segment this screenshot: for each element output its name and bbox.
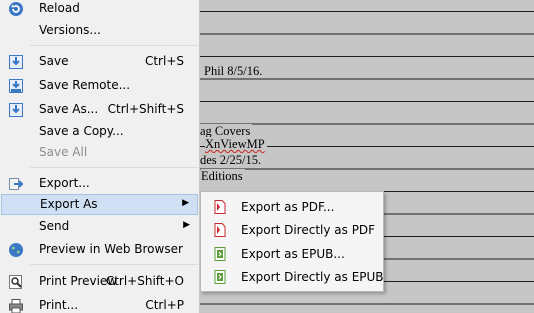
file-menu: Reload Versions... Save Ctrl+S Save Remo… — [0, 0, 200, 313]
submenu-arrow-icon: ▶ — [183, 220, 190, 230]
menu-separator — [30, 167, 198, 168]
menu-item-shortcut: Ctrl+Shift+O — [105, 274, 184, 288]
globe-icon — [8, 242, 24, 258]
menu-item-print-preview[interactable]: Print Preview Ctrl+Shift+O — [0, 271, 198, 292]
menu-item-shortcut: Ctrl+Shift+S — [107, 102, 184, 116]
menu-item-label: Save Remote... — [39, 78, 131, 92]
menu-item-label: Save All — [39, 145, 88, 159]
print-preview-icon — [8, 274, 24, 290]
menu-item-save[interactable]: Save Ctrl+S — [0, 51, 198, 72]
submenu-item-label: Export as PDF... — [241, 200, 335, 214]
reload-icon — [8, 1, 24, 17]
save-remote-icon — [8, 78, 24, 94]
menu-item-preview-in-web-browser[interactable]: Preview in Web Browser — [0, 239, 198, 260]
document-text-line: des 2/25/15. — [200, 153, 264, 167]
export-as-submenu: Export as PDF... Export Directly as PDF … — [200, 191, 384, 292]
epub-icon — [212, 246, 228, 262]
menu-item-label: Send — [39, 219, 70, 233]
save-as-icon — [8, 102, 24, 118]
submenu-item-export-directly-as-epub[interactable]: Export Directly as EPUB — [203, 265, 384, 289]
pdf-icon — [212, 222, 228, 238]
menu-item-export[interactable]: Export... — [0, 173, 198, 194]
menu-separator — [30, 264, 198, 265]
menu-separator — [30, 45, 198, 46]
menu-item-label: Save — [39, 54, 69, 68]
menu-item-save-as[interactable]: Save As... Ctrl+Shift+S — [0, 99, 198, 120]
menu-item-label: Save As... — [39, 102, 99, 116]
menu-item-save-all: Save All — [0, 142, 198, 163]
menu-item-save-remote[interactable]: Save Remote... — [0, 75, 198, 96]
menu-item-versions[interactable]: Versions... — [0, 20, 198, 41]
menu-item-label: Export As — [40, 197, 98, 211]
menu-item-send[interactable]: Send ▶ — [0, 216, 198, 237]
menu-item-label: Save a Copy... — [39, 124, 124, 138]
submenu-item-export-directly-as-pdf[interactable]: Export Directly as PDF — [203, 218, 381, 242]
pdf-icon — [212, 199, 228, 215]
submenu-item-label: Export Directly as PDF — [241, 223, 376, 237]
menu-item-shortcut: Ctrl+P — [145, 298, 184, 312]
epub-icon — [212, 269, 228, 285]
menu-item-reload[interactable]: Reload — [0, 0, 198, 19]
submenu-arrow-icon: ▶ — [182, 198, 189, 208]
menu-item-label: Reload — [39, 1, 80, 15]
menu-item-export-as[interactable]: Export As ▶ — [1, 194, 198, 215]
save-icon — [8, 54, 24, 70]
document-text-line: XnViewMP — [205, 137, 267, 151]
menu-item-print[interactable]: Print... Ctrl+P — [0, 295, 198, 313]
submenu-item-export-as-epub[interactable]: Export as EPUB... — [203, 242, 381, 266]
menu-item-label: Print... — [39, 298, 79, 312]
document-text-line: Phil 8/5/16. — [204, 64, 265, 78]
printer-icon — [8, 298, 24, 313]
document-text-line: ag Covers — [200, 124, 253, 138]
submenu-item-label: Export as EPUB... — [241, 247, 345, 261]
menu-item-label: Versions... — [39, 23, 101, 37]
menu-item-label: Preview in Web Browser — [39, 242, 183, 256]
submenu-item-label: Export Directly as EPUB — [241, 270, 384, 284]
menu-item-save-a-copy[interactable]: Save a Copy... — [0, 121, 198, 142]
submenu-item-export-as-pdf[interactable]: Export as PDF... — [203, 195, 381, 219]
document-text-line: Editions — [201, 169, 245, 183]
export-icon — [8, 176, 24, 192]
menu-item-label: Export... — [39, 176, 90, 190]
menu-item-shortcut: Ctrl+S — [144, 54, 184, 68]
